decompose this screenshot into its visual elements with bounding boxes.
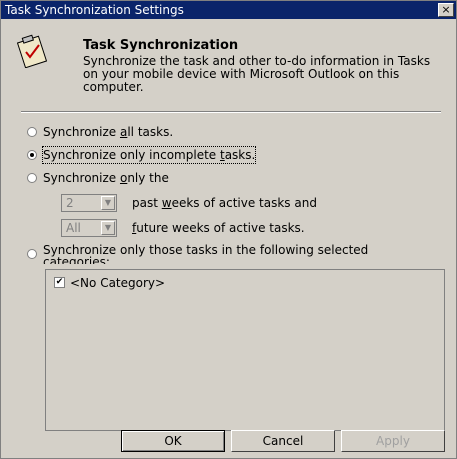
ok-button[interactable]: OK xyxy=(121,430,225,452)
future-weeks-label: future weeks of active tasks. xyxy=(132,221,305,235)
past-weeks-label: past weeks of active tasks and xyxy=(132,196,317,210)
radio-sync-incomplete-label: Synchronize only incomplete tasks. xyxy=(41,146,257,164)
dialog-window: Task Synchronization Settings × Task Syn… xyxy=(0,0,457,459)
radio-sync-categories-label: Synchronize only those tasks in the foll… xyxy=(43,244,369,264)
radio-sync-only-the-indicator[interactable] xyxy=(27,173,37,183)
radio-sync-all-label: Synchronize all tasks. xyxy=(43,125,174,139)
future-weeks-value: All xyxy=(66,221,81,235)
chevron-down-icon[interactable]: ▼ xyxy=(101,196,115,210)
radio-sync-only-the-label: Synchronize only the xyxy=(43,171,169,185)
header-description: Synchronize the task and other to-do inf… xyxy=(83,54,431,94)
category-label: <No Category> xyxy=(70,276,166,290)
past-weeks-value: 2 xyxy=(66,196,74,210)
close-button[interactable]: × xyxy=(438,3,454,17)
apply-button[interactable]: Apply xyxy=(341,430,445,452)
window-title: Task Synchronization Settings xyxy=(5,3,184,17)
radio-sync-categories-indicator[interactable] xyxy=(27,249,37,259)
categories-listbox[interactable]: ✔ <No Category> xyxy=(45,269,445,431)
header-title: Task Synchronization xyxy=(83,38,239,53)
clipboard-check-icon xyxy=(17,34,47,68)
category-checkbox[interactable]: ✔ xyxy=(54,277,65,288)
title-bar[interactable]: Task Synchronization Settings × xyxy=(1,1,456,19)
close-icon: × xyxy=(441,3,451,16)
radio-sync-all-indicator[interactable] xyxy=(27,127,37,137)
future-weeks-select[interactable]: All ▼ xyxy=(61,219,117,237)
radio-sync-incomplete-indicator[interactable] xyxy=(27,150,37,160)
separator xyxy=(21,111,441,113)
past-weeks-select[interactable]: 2 ▼ xyxy=(61,194,117,212)
chevron-down-icon[interactable]: ▼ xyxy=(101,221,115,235)
cancel-button[interactable]: Cancel xyxy=(231,430,335,452)
